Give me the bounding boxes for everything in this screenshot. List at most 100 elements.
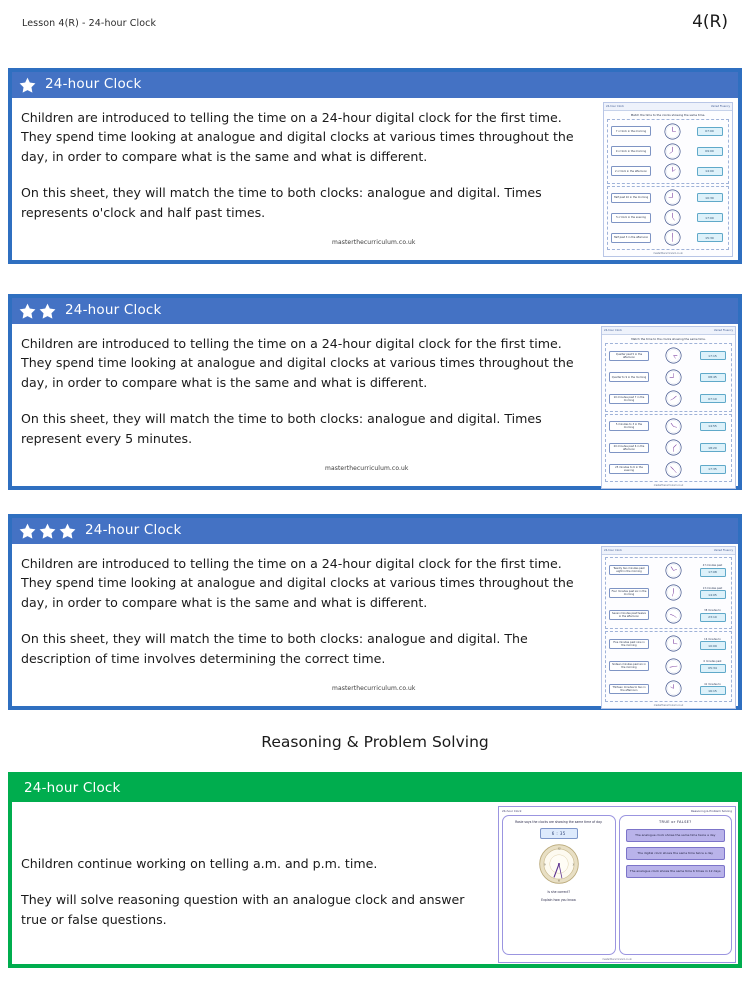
reasoning-topbar-right: Reasoning & Problem Solving [690,808,732,813]
card-description: Children are introduced to telling the t… [12,544,601,709]
worksheet-digital-wrap: 17:15 [697,351,728,361]
worksheet-topbar: 24-hour Clock Varied Fluency [602,547,735,555]
digital-time: 17:35 [699,464,726,474]
reasoning-worksheet-topbar: 24-hour Clock Reasoning & Problem Solvin… [499,807,735,814]
digital-time: 09:00 [696,146,723,156]
varied-fluency-card-1[interactable]: 24-hour Clock Children are introduced to… [8,68,742,264]
worksheet-digital-wrap: 14:00 [694,166,725,176]
worksheet-row-description: Half past 10 in the morning [611,192,651,203]
true-false-statement[interactable]: The analogue clock shows the same time t… [625,829,725,842]
worksheet-group-upper: Twenty two minutes past eight in the mor… [605,557,732,629]
watermark: masterthecurriculum.co.uk [332,685,416,692]
worksheet-digital-wrap: 47 minutes past 17:08 [697,564,728,577]
analogue-clock-icon [664,163,681,180]
analogue-clock-icon [665,607,681,624]
worksheet-digital-wrap: 10:30 [694,193,725,203]
analogue-clock-icon [665,658,681,675]
worksheet-digital-wrap: 6 minutes past 05:34 [697,660,728,673]
worksheet-row-description: Sixteen minutes past six in the morning [609,661,649,672]
reasoning-prompt-2: Explain how you know. [541,898,577,903]
worksheet-topbar-right: Varied Fluency [713,549,733,552]
worksheet-row-description: 25 minutes to 6 in the evening [609,464,649,475]
worksheet-row: Thirteen minutes to two in the afternoon… [606,678,731,701]
star-icon [19,523,36,539]
worksheet-topbar-right: Varied Fluency [713,329,733,332]
card-body: Children continue working on telling a.m… [12,802,738,964]
description-paragraph-1: Children are introduced to telling the t… [21,110,574,164]
digital-time-label: 6 minutes past [703,660,722,663]
true-false-statement[interactable]: The digital clock shows the same time tw… [625,847,725,860]
worksheet-digital-wrap: 13 minutes past 14:05 [697,587,728,599]
card-title: 24-hour Clock [65,302,162,319]
worksheet-row: 2 o'clock in the afternoon 14:00 [608,161,728,181]
star-icon [39,523,56,539]
page-header: Lesson 4(R) - 24-hour Clock 4(R) [0,14,750,44]
worksheet-thumbnail[interactable]: 24-hour Clock Varied Fluency Match the t… [601,326,736,489]
card-body: Children are introduced to telling the t… [12,544,738,709]
worksheet-thumbnail[interactable]: 24-hour Clock Varied Fluency Match the t… [603,102,733,257]
worksheet-group-lower: Five minutes past nine in the morning 16… [605,630,732,702]
digital-time: 18:20 [699,443,726,453]
digital-time: 14:55 [699,421,726,431]
reasoning-worksheet-thumbnail[interactable]: 24-hour Clock Reasoning & Problem Solvin… [498,806,736,963]
worksheet-instruction: Match the time to the clocks showing the… [630,112,706,117]
watermark: masterthecurriculum.co.uk [332,239,416,246]
worksheet-row: 7 o'clock in the morning 07:00 [608,121,728,141]
card-body: Children are introduced to telling the t… [12,324,738,489]
card-header: 24-hour Clock [12,72,738,98]
reasoning-worksheet-footer: masterthecurriculum.co.uk [602,958,632,961]
description-paragraph-2: On this sheet, they will match the time … [21,185,542,220]
digital-time: 17:00 [696,213,723,223]
analogue-clock-icon [665,680,681,697]
description-paragraph-1: Children continue working on telling a.m… [21,856,378,871]
analogue-clock-icon [664,143,681,160]
worksheet-row-description: Seven minutes past twelve in the afterno… [609,610,649,621]
worksheet-row-description: Half past 3 in the afternoon [611,232,651,243]
worksheet-thumbnail[interactable]: 24-hour Clock Varied Fluency Twenty two … [601,546,736,709]
digital-time: 14:05 [699,590,726,599]
worksheet-footer: masterthecurriculum.co.uk [653,252,683,255]
digital-time: 17:15 [699,351,726,361]
worksheet-group-upper: Quarter past 5 in the afternoon 17:15 Qu… [605,343,732,412]
worksheet-topbar-left: 24-hour Clock [604,549,623,552]
analogue-clock-icon: 12 3 6 9 [539,844,579,884]
watermark: masterthecurriculum.co.uk [325,465,409,472]
star-icon [19,303,36,319]
card-body: Children are introduced to telling the t… [12,98,738,260]
reasoning-prompt-1: Is she correct? [547,890,570,895]
worksheet-group-lower: 5 minutes to 3 in the morning 14:55 20 m… [605,413,732,482]
digital-time: 05:34 [699,663,726,673]
analogue-clock-icon [664,123,681,140]
difficulty-stars [18,522,77,541]
worksheet-row-description: Quarter to 9 in the morning [609,372,649,383]
worksheet-digital-wrap: 07:00 [694,126,725,136]
description-paragraph-1: Children are introduced to telling the t… [21,336,574,390]
analogue-clock-icon [665,369,681,386]
true-false-statement[interactable]: The analogue clock shows the same time 6… [625,865,725,878]
digital-time: 08:45 [699,372,726,382]
worksheet-row: 25 minutes to 6 in the evening 17:35 [606,459,731,481]
worksheet-digital-wrap: 38 minutes to 23:10 [697,609,728,622]
digital-time: 14:00 [696,166,723,176]
digital-time-label: 38 minutes to [704,609,721,612]
analogue-clock-icon [665,390,681,407]
worksheet-row-description: Twenty two minutes past eight in the mor… [609,565,649,576]
varied-fluency-card-2[interactable]: 24-hour Clock Children are introduced to… [8,294,742,490]
card-title: 24-hour Clock [85,522,182,539]
worksheet-row-description: Quarter past 5 in the afternoon [609,350,649,361]
star-icon [59,523,76,539]
digital-time-label: 47 minutes past [702,564,723,567]
worksheet-group-lower: Half past 10 in the morning 10:30 5 o'cl… [607,185,729,250]
card-header: 24-hour Clock [12,298,738,324]
worksheet-row: Quarter past 5 in the afternoon 17:15 [606,345,731,367]
worksheet-row: 20 minutes past 6 in the afternoon 18:20 [606,437,731,459]
difficulty-stars [18,76,37,95]
worksheet-row-description: Thirteen minutes to two in the afternoon [609,683,649,694]
reasoning-card[interactable]: 24-hour Clock Children continue working … [8,772,742,968]
worksheet-row-description: 7 o'clock in the morning [611,126,651,137]
worksheet-row: Sixteen minutes past six in the morning … [606,655,731,678]
digital-time: 16:15 [699,686,726,695]
worksheet-topbar-left: 24-hour Clock [606,105,625,108]
varied-fluency-card-3[interactable]: 24-hour Clock Children are introduced to… [8,514,742,710]
worksheet-row: 5 minutes to 3 in the morning 14:55 [606,416,731,438]
